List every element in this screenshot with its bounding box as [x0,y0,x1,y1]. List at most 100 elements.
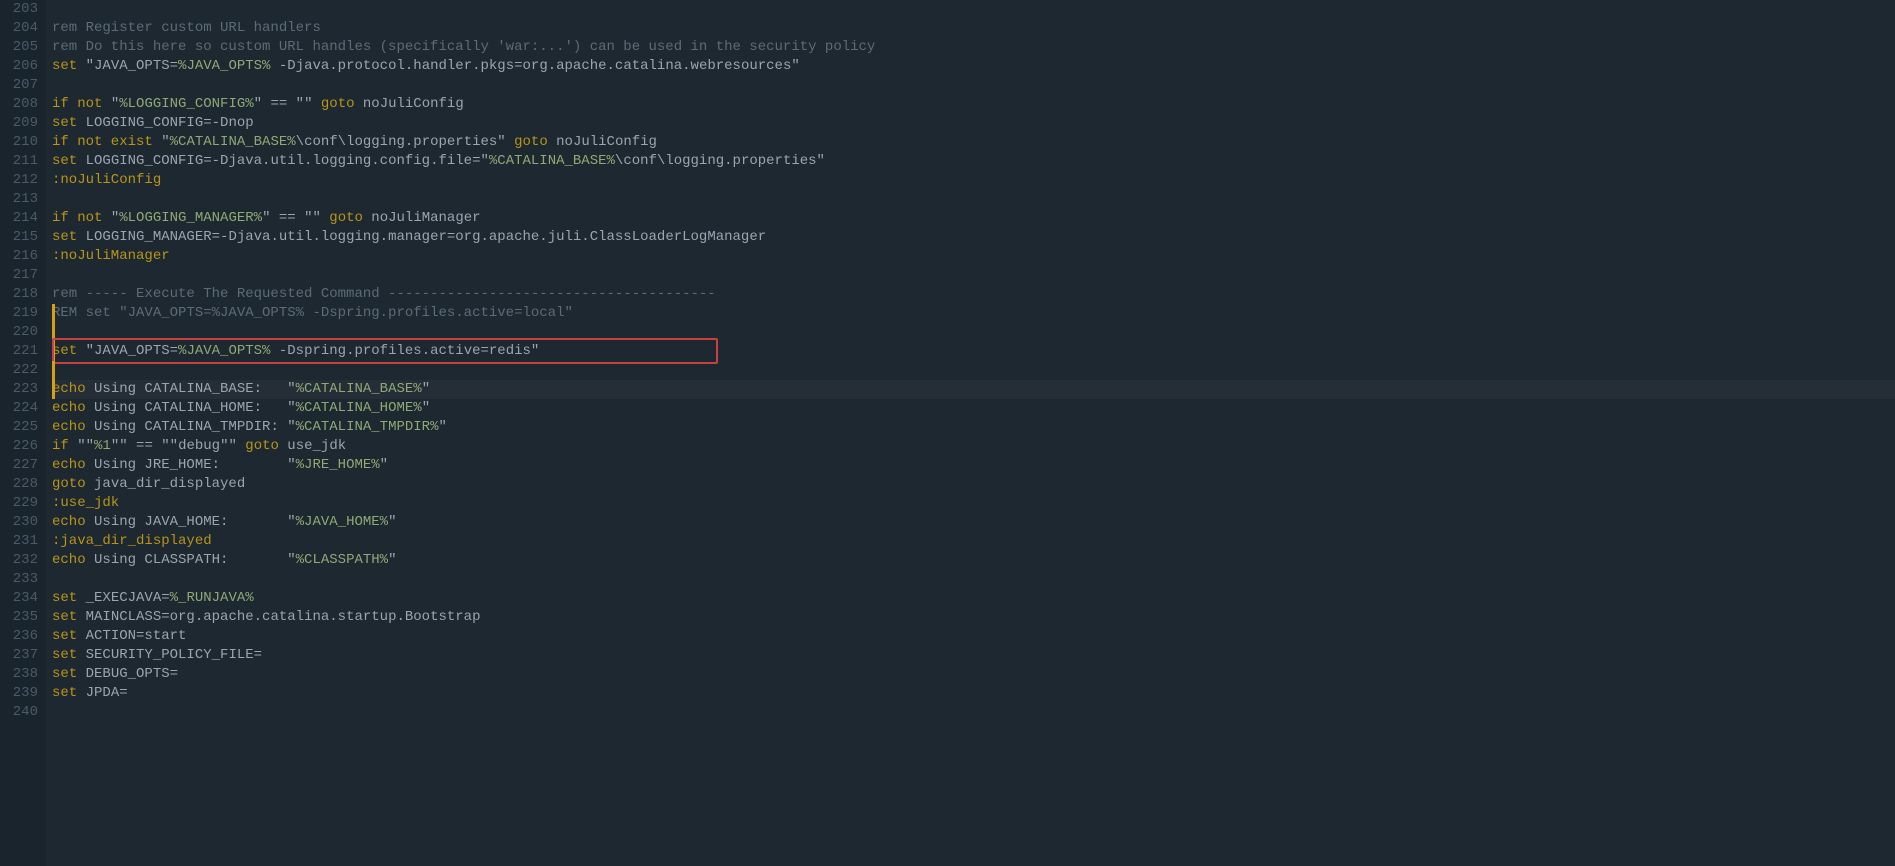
line-number: 233 [4,570,38,589]
code-line[interactable] [52,0,1895,19]
code-line[interactable]: echo Using JRE_HOME: "%JRE_HOME%" [52,456,1895,475]
line-number: 235 [4,608,38,627]
code-line[interactable]: echo Using CLASSPATH: "%CLASSPATH%" [52,551,1895,570]
code-line[interactable]: set LOGGING_MANAGER=-Djava.util.logging.… [52,228,1895,247]
code-line[interactable]: set _EXECJAVA=%_RUNJAVA% [52,589,1895,608]
code-line[interactable]: :java_dir_displayed [52,532,1895,551]
code-token: \conf\logging.properties" [615,153,825,169]
code-token: echo [52,514,86,530]
code-line[interactable]: echo Using CATALINA_BASE: "%CATALINA_BAS… [52,380,1895,399]
code-token: %CATALINA_BASE% [170,134,296,150]
code-line[interactable] [52,570,1895,589]
code-line[interactable] [52,361,1895,380]
line-number: 231 [4,532,38,551]
code-token: " [480,153,488,169]
code-token: " [111,210,119,226]
line-number: 219 [4,304,38,323]
code-line[interactable] [52,266,1895,285]
code-token: rem Register custom URL handlers [52,20,321,36]
code-token: noJuliConfig [355,96,464,112]
code-token [102,210,110,226]
code-line[interactable]: if not exist "%CATALINA_BASE%\conf\loggi… [52,133,1895,152]
code-token: " [388,514,396,530]
code-line[interactable] [52,76,1895,95]
code-token: set [52,685,77,701]
code-token: %CLASSPATH% [296,552,388,568]
code-token: DEBUG_OPTS= [77,666,178,682]
code-line[interactable]: goto java_dir_displayed [52,475,1895,494]
code-token: if not [52,96,102,112]
code-token: %_RUNJAVA% [170,590,254,606]
code-editor[interactable]: 2032042052062072082092102112122132142152… [0,0,1895,866]
code-line[interactable]: if not "%LOGGING_MANAGER%" == "" goto no… [52,209,1895,228]
code-line[interactable]: rem Do this here so custom URL handles (… [52,38,1895,57]
code-token: " [287,552,295,568]
code-token: JPDA= [77,685,127,701]
code-token: -Dspring.profiles.active=redis" [270,343,539,359]
code-line[interactable] [52,703,1895,722]
code-line[interactable]: set MAINCLASS=org.apache.catalina.startu… [52,608,1895,627]
code-token: == [270,210,304,226]
code-token: Using CLASSPATH: [86,552,288,568]
code-line[interactable]: set ACTION=start [52,627,1895,646]
code-line[interactable]: set DEBUG_OPTS= [52,665,1895,684]
change-marker [52,361,55,380]
code-token: " [422,381,430,397]
change-marker [52,304,55,323]
line-number: 226 [4,437,38,456]
line-number: 240 [4,703,38,722]
code-line[interactable]: echo Using CATALINA_HOME: "%CATALINA_HOM… [52,399,1895,418]
code-token: LOGGING_CONFIG=-Dnop [77,115,253,131]
code-line[interactable] [52,190,1895,209]
code-token: use_jdk [279,438,346,454]
code-token [506,134,514,150]
code-token: LOGGING_MANAGER=-Djava.util.logging.mana… [77,229,766,245]
line-number: 217 [4,266,38,285]
code-token: Using JRE_HOME: [86,457,288,473]
code-token: set [52,609,77,625]
code-token: :use_jdk [52,495,119,511]
code-line[interactable]: echo Using JAVA_HOME: "%JAVA_HOME%" [52,513,1895,532]
code-line[interactable]: :use_jdk [52,494,1895,513]
change-marker [52,380,55,399]
change-marker [52,323,55,342]
code-line[interactable]: set SECURITY_POLICY_FILE= [52,646,1895,665]
code-line[interactable]: rem ----- Execute The Requested Command … [52,285,1895,304]
code-line[interactable]: rem Register custom URL handlers [52,19,1895,38]
code-line[interactable]: REM set "JAVA_OPTS=%JAVA_OPTS% -Dspring.… [52,304,1895,323]
code-line[interactable]: set LOGGING_CONFIG=-Dnop [52,114,1895,133]
code-token: java_dir_displayed [86,476,246,492]
code-token: set [52,115,77,131]
code-token: == [262,96,296,112]
code-line[interactable]: set JPDA= [52,684,1895,703]
code-line[interactable]: :noJuliConfig [52,171,1895,190]
code-token: %CATALINA_BASE% [489,153,615,169]
code-token: LOGGING_CONFIG=-Djava.util.logging.confi… [77,153,480,169]
code-token: " [380,457,388,473]
code-line[interactable]: if ""%1"" == ""debug"" goto use_jdk [52,437,1895,456]
code-token: " [388,552,396,568]
code-line[interactable]: set "JAVA_OPTS=%JAVA_OPTS% -Dspring.prof… [52,342,1895,361]
code-line[interactable]: set "JAVA_OPTS=%JAVA_OPTS% -Djava.protoc… [52,57,1895,76]
line-number: 204 [4,19,38,38]
code-token: " [438,419,446,435]
code-token: " [422,400,430,416]
line-number: 238 [4,665,38,684]
code-token: :java_dir_displayed [52,533,212,549]
code-line[interactable] [52,323,1895,342]
code-line[interactable]: :noJuliManager [52,247,1895,266]
code-line[interactable]: echo Using CATALINA_TMPDIR: "%CATALINA_T… [52,418,1895,437]
line-number: 206 [4,57,38,76]
code-token: %JRE_HOME% [296,457,380,473]
line-number: 210 [4,133,38,152]
line-number: 203 [4,0,38,19]
line-number: 207 [4,76,38,95]
code-line[interactable]: set LOGGING_CONFIG=-Djava.util.logging.c… [52,152,1895,171]
code-token: set [52,229,77,245]
code-area[interactable]: rem Register custom URL handlers rem Do t… [46,0,1895,866]
code-token: Using JAVA_HOME: [86,514,288,530]
code-line[interactable]: if not "%LOGGING_CONFIG%" == "" goto noJ… [52,95,1895,114]
code-token: noJuliConfig [548,134,657,150]
line-number-gutter: 2032042052062072082092102112122132142152… [0,0,46,866]
line-number: 229 [4,494,38,513]
